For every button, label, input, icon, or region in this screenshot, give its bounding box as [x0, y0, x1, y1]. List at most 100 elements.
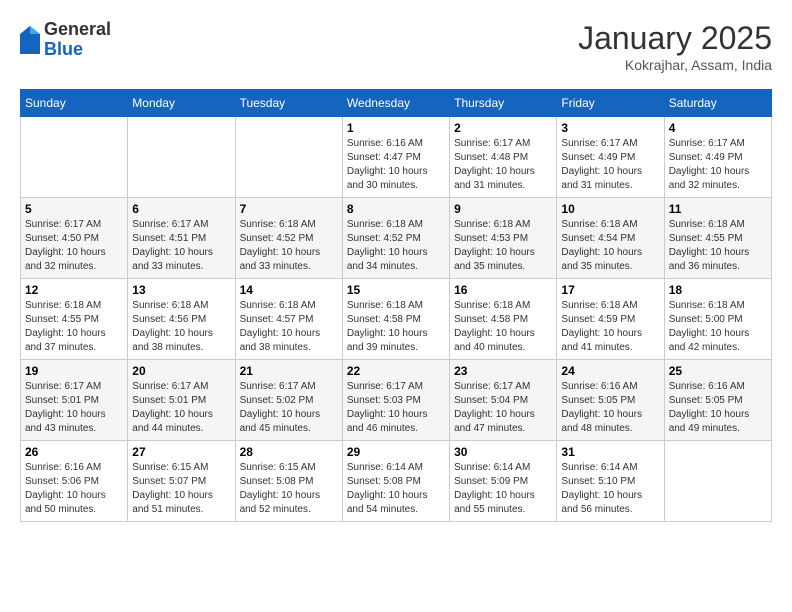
day-number: 17 [561, 283, 659, 297]
table-row: 22 Sunrise: 6:17 AMSunset: 5:03 PMDaylig… [342, 360, 449, 441]
table-row: 11 Sunrise: 6:18 AMSunset: 4:55 PMDaylig… [664, 198, 771, 279]
header-sunday: Sunday [21, 90, 128, 117]
day-info: Sunrise: 6:17 AMSunset: 4:51 PMDaylight:… [132, 218, 230, 274]
day-info: Sunrise: 6:17 AMSunset: 4:48 PMDaylight:… [454, 137, 552, 193]
table-row: 15 Sunrise: 6:18 AMSunset: 4:58 PMDaylig… [342, 279, 449, 360]
table-row: 9 Sunrise: 6:18 AMSunset: 4:53 PMDayligh… [450, 198, 557, 279]
day-info: Sunrise: 6:17 AMSunset: 5:03 PMDaylight:… [347, 380, 445, 436]
day-info: Sunrise: 6:18 AMSunset: 4:52 PMDaylight:… [240, 218, 338, 274]
day-number: 29 [347, 445, 445, 459]
day-number: 25 [669, 364, 767, 378]
table-row: 3 Sunrise: 6:17 AMSunset: 4:49 PMDayligh… [557, 117, 664, 198]
table-row: 27 Sunrise: 6:15 AMSunset: 5:07 PMDaylig… [128, 441, 235, 522]
day-info: Sunrise: 6:18 AMSunset: 4:54 PMDaylight:… [561, 218, 659, 274]
table-row: 6 Sunrise: 6:17 AMSunset: 4:51 PMDayligh… [128, 198, 235, 279]
day-number: 1 [347, 121, 445, 135]
day-number: 16 [454, 283, 552, 297]
table-row: 21 Sunrise: 6:17 AMSunset: 5:02 PMDaylig… [235, 360, 342, 441]
table-row: 20 Sunrise: 6:17 AMSunset: 5:01 PMDaylig… [128, 360, 235, 441]
day-number: 30 [454, 445, 552, 459]
day-number: 24 [561, 364, 659, 378]
day-info: Sunrise: 6:14 AMSunset: 5:09 PMDaylight:… [454, 461, 552, 517]
day-info: Sunrise: 6:17 AMSunset: 5:04 PMDaylight:… [454, 380, 552, 436]
day-info: Sunrise: 6:17 AMSunset: 5:02 PMDaylight:… [240, 380, 338, 436]
table-row: 14 Sunrise: 6:18 AMSunset: 4:57 PMDaylig… [235, 279, 342, 360]
table-row: 1 Sunrise: 6:16 AMSunset: 4:47 PMDayligh… [342, 117, 449, 198]
day-info: Sunrise: 6:18 AMSunset: 4:59 PMDaylight:… [561, 299, 659, 355]
day-number: 28 [240, 445, 338, 459]
table-row: 26 Sunrise: 6:16 AMSunset: 5:06 PMDaylig… [21, 441, 128, 522]
logo: General Blue [20, 20, 111, 60]
logo-text: General Blue [44, 20, 111, 60]
day-number: 26 [25, 445, 123, 459]
day-number: 5 [25, 202, 123, 216]
table-row: 31 Sunrise: 6:14 AMSunset: 5:10 PMDaylig… [557, 441, 664, 522]
calendar-week-row: 12 Sunrise: 6:18 AMSunset: 4:55 PMDaylig… [21, 279, 772, 360]
logo-general: General [44, 20, 111, 40]
day-number: 10 [561, 202, 659, 216]
day-info: Sunrise: 6:18 AMSunset: 4:56 PMDaylight:… [132, 299, 230, 355]
day-number: 20 [132, 364, 230, 378]
header-thursday: Thursday [450, 90, 557, 117]
header-wednesday: Wednesday [342, 90, 449, 117]
day-info: Sunrise: 6:14 AMSunset: 5:10 PMDaylight:… [561, 461, 659, 517]
table-row [664, 441, 771, 522]
table-row: 10 Sunrise: 6:18 AMSunset: 4:54 PMDaylig… [557, 198, 664, 279]
page-header: General Blue January 2025 Kokrajhar, Ass… [20, 20, 772, 73]
table-row [21, 117, 128, 198]
day-number: 4 [669, 121, 767, 135]
table-row: 12 Sunrise: 6:18 AMSunset: 4:55 PMDaylig… [21, 279, 128, 360]
table-row [235, 117, 342, 198]
title-section: January 2025 Kokrajhar, Assam, India [578, 20, 772, 73]
day-info: Sunrise: 6:15 AMSunset: 5:07 PMDaylight:… [132, 461, 230, 517]
day-info: Sunrise: 6:18 AMSunset: 4:58 PMDaylight:… [347, 299, 445, 355]
day-number: 3 [561, 121, 659, 135]
day-number: 15 [347, 283, 445, 297]
calendar-week-row: 26 Sunrise: 6:16 AMSunset: 5:06 PMDaylig… [21, 441, 772, 522]
day-info: Sunrise: 6:18 AMSunset: 4:52 PMDaylight:… [347, 218, 445, 274]
day-number: 12 [25, 283, 123, 297]
day-number: 2 [454, 121, 552, 135]
day-info: Sunrise: 6:18 AMSunset: 4:55 PMDaylight:… [25, 299, 123, 355]
month-title: January 2025 [578, 20, 772, 57]
day-info: Sunrise: 6:17 AMSunset: 4:50 PMDaylight:… [25, 218, 123, 274]
day-number: 6 [132, 202, 230, 216]
day-number: 19 [25, 364, 123, 378]
table-row: 28 Sunrise: 6:15 AMSunset: 5:08 PMDaylig… [235, 441, 342, 522]
table-row: 19 Sunrise: 6:17 AMSunset: 5:01 PMDaylig… [21, 360, 128, 441]
day-info: Sunrise: 6:17 AMSunset: 5:01 PMDaylight:… [132, 380, 230, 436]
table-row: 17 Sunrise: 6:18 AMSunset: 4:59 PMDaylig… [557, 279, 664, 360]
table-row: 23 Sunrise: 6:17 AMSunset: 5:04 PMDaylig… [450, 360, 557, 441]
header-tuesday: Tuesday [235, 90, 342, 117]
calendar-week-row: 1 Sunrise: 6:16 AMSunset: 4:47 PMDayligh… [21, 117, 772, 198]
day-info: Sunrise: 6:16 AMSunset: 5:05 PMDaylight:… [561, 380, 659, 436]
day-info: Sunrise: 6:17 AMSunset: 5:01 PMDaylight:… [25, 380, 123, 436]
day-info: Sunrise: 6:18 AMSunset: 4:57 PMDaylight:… [240, 299, 338, 355]
calendar-week-row: 19 Sunrise: 6:17 AMSunset: 5:01 PMDaylig… [21, 360, 772, 441]
table-row: 7 Sunrise: 6:18 AMSunset: 4:52 PMDayligh… [235, 198, 342, 279]
logo-icon [20, 26, 40, 54]
table-row: 13 Sunrise: 6:18 AMSunset: 4:56 PMDaylig… [128, 279, 235, 360]
day-info: Sunrise: 6:18 AMSunset: 4:55 PMDaylight:… [669, 218, 767, 274]
calendar: Sunday Monday Tuesday Wednesday Thursday… [20, 89, 772, 522]
table-row: 30 Sunrise: 6:14 AMSunset: 5:09 PMDaylig… [450, 441, 557, 522]
header-saturday: Saturday [664, 90, 771, 117]
header-monday: Monday [128, 90, 235, 117]
table-row: 25 Sunrise: 6:16 AMSunset: 5:05 PMDaylig… [664, 360, 771, 441]
header-friday: Friday [557, 90, 664, 117]
day-number: 23 [454, 364, 552, 378]
table-row: 24 Sunrise: 6:16 AMSunset: 5:05 PMDaylig… [557, 360, 664, 441]
calendar-week-row: 5 Sunrise: 6:17 AMSunset: 4:50 PMDayligh… [21, 198, 772, 279]
table-row [128, 117, 235, 198]
day-number: 13 [132, 283, 230, 297]
table-row: 18 Sunrise: 6:18 AMSunset: 5:00 PMDaylig… [664, 279, 771, 360]
day-info: Sunrise: 6:18 AMSunset: 4:53 PMDaylight:… [454, 218, 552, 274]
day-info: Sunrise: 6:17 AMSunset: 4:49 PMDaylight:… [669, 137, 767, 193]
day-info: Sunrise: 6:18 AMSunset: 5:00 PMDaylight:… [669, 299, 767, 355]
day-number: 7 [240, 202, 338, 216]
location: Kokrajhar, Assam, India [578, 57, 772, 73]
day-number: 22 [347, 364, 445, 378]
day-info: Sunrise: 6:17 AMSunset: 4:49 PMDaylight:… [561, 137, 659, 193]
day-info: Sunrise: 6:16 AMSunset: 5:06 PMDaylight:… [25, 461, 123, 517]
weekday-header-row: Sunday Monday Tuesday Wednesday Thursday… [21, 90, 772, 117]
